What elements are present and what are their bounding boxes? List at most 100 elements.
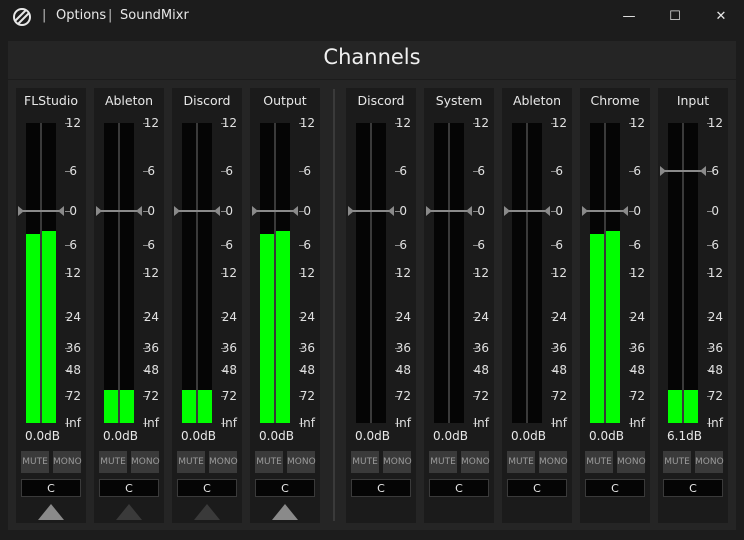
scale-label: 12: [221, 116, 237, 130]
meter-level-left: [668, 390, 682, 423]
scale-label: 36: [65, 341, 81, 355]
mono-button[interactable]: MONO: [461, 451, 490, 473]
expand-triangle-icon[interactable]: [38, 504, 64, 520]
mono-button[interactable]: MONO: [287, 451, 316, 473]
meter-left: [590, 123, 604, 423]
scale-label: 48: [473, 363, 489, 377]
fader-handle[interactable]: [504, 204, 550, 218]
channel-strip-discord: Discord 12 6 0 6 12 24 36 48 72 Inf 0.0dB MUTE MONO C: [172, 88, 242, 523]
fader-handle[interactable]: [426, 204, 472, 218]
meter-left: [512, 123, 526, 423]
fader-track: [526, 123, 528, 423]
scale-label: 12: [551, 116, 567, 130]
scale-label: Inf: [221, 416, 237, 430]
title-separator: |: [108, 8, 113, 23]
scale-label: 6: [477, 164, 485, 178]
scale-label: 0: [303, 204, 311, 218]
pan-field[interactable]: C: [585, 479, 645, 497]
scale-label: 72: [629, 389, 645, 403]
scale-label: 6: [477, 238, 485, 252]
scale-label: 24: [65, 310, 81, 324]
mute-button[interactable]: MUTE: [585, 451, 613, 473]
panel-title: Channels: [323, 45, 421, 69]
pan-field[interactable]: C: [351, 479, 411, 497]
meter-left: [104, 123, 118, 423]
db-readout: 0.0dB: [103, 429, 138, 443]
expand-triangle-icon[interactable]: [272, 504, 298, 520]
pan-field[interactable]: C: [507, 479, 567, 497]
scale-label: 6: [69, 238, 77, 252]
mute-button[interactable]: MUTE: [177, 451, 205, 473]
scale-label: 72: [551, 389, 567, 403]
mono-button[interactable]: MONO: [131, 451, 160, 473]
mono-button[interactable]: MONO: [695, 451, 724, 473]
mono-button[interactable]: MONO: [383, 451, 412, 473]
fader-handle[interactable]: [96, 204, 142, 218]
maximize-button[interactable]: ☐: [652, 0, 698, 33]
mute-button[interactable]: MUTE: [429, 451, 457, 473]
meter-right: [528, 123, 542, 423]
meter-level-left: [590, 234, 604, 423]
pan-field[interactable]: C: [255, 479, 315, 497]
channel-name: FLStudio: [24, 93, 78, 108]
channel-name: Discord: [183, 93, 231, 108]
pan-field[interactable]: C: [663, 479, 723, 497]
scale-label: 6: [303, 238, 311, 252]
fader-handle[interactable]: [252, 204, 298, 218]
mute-button[interactable]: MUTE: [21, 451, 49, 473]
scale-label: 48: [65, 363, 81, 377]
meter-level-right: [276, 231, 290, 423]
fader-handle[interactable]: [582, 204, 628, 218]
minimize-button[interactable]: —: [606, 0, 652, 33]
scale-label: 72: [143, 389, 159, 403]
close-button[interactable]: ✕: [698, 0, 744, 33]
fader-track: [604, 123, 606, 423]
scale-label: 6: [633, 164, 641, 178]
app-title: SoundMixr: [120, 8, 189, 23]
options-menu[interactable]: Options: [56, 8, 106, 23]
mono-button[interactable]: MONO: [53, 451, 82, 473]
scale-label: 12: [65, 116, 81, 130]
scale-label: 0: [477, 204, 485, 218]
scale-label: 0: [147, 204, 155, 218]
channel-name: System: [435, 93, 483, 108]
scale-label: 12: [473, 116, 489, 130]
mute-button[interactable]: MUTE: [507, 451, 535, 473]
meter-left: [434, 123, 448, 423]
pan-field[interactable]: C: [429, 479, 489, 497]
db-readout: 0.0dB: [181, 429, 216, 443]
fader-handle[interactable]: [174, 204, 220, 218]
fader-handle[interactable]: [348, 204, 394, 218]
fader-handle[interactable]: [18, 204, 64, 218]
pan-field[interactable]: C: [21, 479, 81, 497]
pan-field[interactable]: C: [177, 479, 237, 497]
db-readout: 6.1dB: [667, 429, 702, 443]
mute-button[interactable]: MUTE: [351, 451, 379, 473]
meter-level-left: [260, 234, 274, 423]
channel-name: Output: [263, 93, 307, 108]
mute-button[interactable]: MUTE: [663, 451, 691, 473]
expand-triangle-icon[interactable]: [116, 504, 142, 520]
mono-button[interactable]: MONO: [209, 451, 238, 473]
scale-label: 6: [147, 238, 155, 252]
meter-right: [372, 123, 386, 423]
mute-button[interactable]: MUTE: [99, 451, 127, 473]
expand-triangle-icon[interactable]: [194, 504, 220, 520]
pan-field[interactable]: C: [99, 479, 159, 497]
mono-button[interactable]: MONO: [539, 451, 568, 473]
fader-handle[interactable]: [660, 164, 706, 178]
mute-button[interactable]: MUTE: [255, 451, 283, 473]
scale-label: 24: [395, 310, 411, 324]
fader-track: [118, 123, 120, 423]
meter-left: [356, 123, 370, 423]
scale-label: 6: [711, 238, 719, 252]
fader-track: [40, 123, 42, 423]
mono-button[interactable]: MONO: [617, 451, 646, 473]
meter-level-left: [26, 234, 40, 423]
scale-label: 12: [221, 266, 237, 280]
db-readout: 0.0dB: [355, 429, 390, 443]
fader-track: [274, 123, 276, 423]
scale-label: 12: [299, 116, 315, 130]
scale-label: 36: [551, 341, 567, 355]
scale-label: 12: [629, 116, 645, 130]
